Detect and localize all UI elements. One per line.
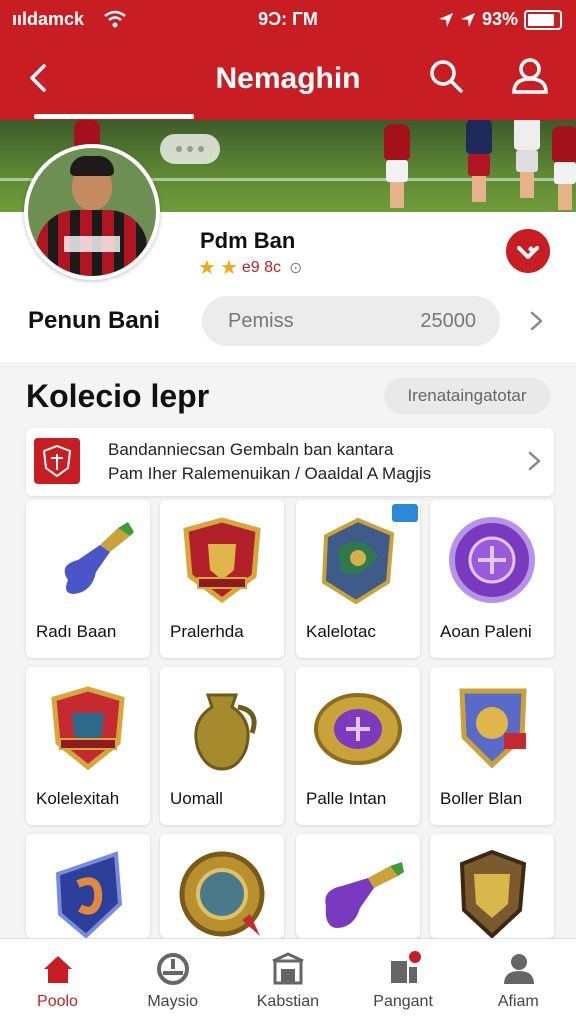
- nav-label: Afiam: [497, 993, 539, 1010]
- item-label: Boller Blan: [440, 789, 523, 808]
- profile-name: Pdm Ban: [200, 228, 296, 253]
- red-shield-emblem-icon: [183, 517, 261, 604]
- item-card[interactable]: [430, 834, 554, 938]
- app-header: Nemaghin: [0, 40, 576, 120]
- points-value: 25000: [420, 310, 476, 332]
- chevron-right-icon: [528, 451, 541, 471]
- item-card[interactable]: [296, 834, 420, 938]
- nav-item[interactable]: Pangant: [346, 939, 461, 1024]
- star-icon: ★: [219, 257, 238, 279]
- store-icon: [272, 952, 305, 985]
- status-bar: ııldamck 9Ɔ: ΓM 93%: [0, 0, 576, 40]
- item-label: Aoan Paleni: [440, 622, 532, 641]
- info-line-2: Pam Iher Ralemenuikan / Oaaldal A Magjis: [108, 464, 432, 483]
- blue-shield-icon: [55, 851, 123, 938]
- nav-label: Maysio: [147, 993, 199, 1010]
- item-card[interactable]: [160, 834, 284, 938]
- potion-bottle-icon: [64, 522, 134, 594]
- golden-vase-icon: [194, 693, 257, 771]
- blue-shield-box-icon: [321, 517, 395, 605]
- points-label: Pemiss: [228, 310, 294, 332]
- chevron-right-icon[interactable]: [524, 308, 548, 334]
- item-label: Palle Intan: [306, 789, 387, 808]
- info-icon: ⊙: [289, 260, 303, 277]
- item-card[interactable]: Radı Baan: [26, 500, 150, 658]
- page-title: Nemaghin: [215, 62, 361, 95]
- gauge-icon: [157, 953, 190, 985]
- item-label: Uomall: [170, 789, 223, 808]
- search-icon[interactable]: [426, 56, 466, 96]
- item-card[interactable]: Boller Blan: [430, 667, 554, 825]
- person-icon: [503, 954, 534, 984]
- carousel-indicator[interactable]: [160, 134, 220, 164]
- nav-label: Pangant: [373, 993, 433, 1010]
- avatar[interactable]: [24, 144, 160, 280]
- filter-button[interactable]: Irenataingatotar: [384, 378, 550, 414]
- gold-coin-icon: [314, 693, 402, 765]
- nav-label: Kabstian: [256, 993, 320, 1010]
- info-card[interactable]: Bandanniecsan Gembaln ban kantara Pam Ih…: [26, 428, 554, 496]
- item-card[interactable]: Aoan Paleni: [430, 500, 554, 658]
- lion-shield-icon: [459, 688, 527, 769]
- banner-player: [462, 120, 496, 206]
- item-card[interactable]: Kalelotac: [296, 500, 420, 658]
- section-title: Kolecio lepr: [26, 378, 210, 414]
- banner-player: [510, 120, 544, 202]
- profile-rating: ★ ★ e9 8c ⊙: [198, 258, 302, 278]
- nav-item[interactable]: Kabstian: [230, 939, 345, 1024]
- home-icon: [44, 956, 72, 983]
- item-card[interactable]: Pralerhda: [160, 500, 284, 658]
- nav-item[interactable]: Maysio: [115, 939, 230, 1024]
- shield-badge-icon: [34, 438, 80, 484]
- battery-percent: 93%: [481, 9, 518, 29]
- item-label: Pralerhda: [170, 622, 244, 641]
- purple-potion-icon: [325, 862, 404, 928]
- item-label: Kolelexitah: [36, 789, 120, 808]
- item-label: Radı Baan: [36, 622, 117, 641]
- rating-text: e9 8c: [241, 259, 282, 276]
- gold-shield-icon: [459, 849, 527, 938]
- info-line-1: Bandanniecsan Gembaln ban kantara: [108, 440, 394, 459]
- signal-arrow-icon: [460, 12, 475, 27]
- star-icon: ★: [198, 257, 216, 279]
- item-card[interactable]: [26, 834, 150, 938]
- crest-shield-icon: [51, 686, 125, 771]
- nav-label: Poolo: [37, 993, 78, 1010]
- favorite-button[interactable]: [506, 229, 550, 273]
- item-card[interactable]: Kolelexitah: [26, 667, 150, 825]
- item-label: Kalelotac: [306, 622, 376, 641]
- location-icon: [438, 12, 453, 27]
- battery-group: 93%: [438, 9, 562, 30]
- nav-item[interactable]: Poolo: [0, 939, 115, 1024]
- bag-icon: [390, 951, 421, 983]
- banner-player: [380, 120, 414, 212]
- tab-indicator: [34, 114, 194, 119]
- user-icon[interactable]: [508, 54, 552, 98]
- item-card[interactable]: Uomall: [160, 667, 284, 825]
- purple-badge-icon: [449, 517, 535, 603]
- nav-item[interactable]: Afiam: [461, 939, 576, 1024]
- battery-icon: [524, 9, 562, 30]
- item-card[interactable]: Palle Intan: [296, 667, 420, 825]
- bottom-nav: Poolo Maysio Kabstian Pangant Afiam: [0, 938, 576, 1024]
- gold-medallion-icon: [179, 851, 265, 937]
- banner-player: [548, 122, 576, 212]
- points-field[interactable]: Pemiss 25000: [202, 296, 500, 346]
- new-badge: [392, 504, 418, 522]
- profile-label: Penun Bani: [28, 307, 161, 334]
